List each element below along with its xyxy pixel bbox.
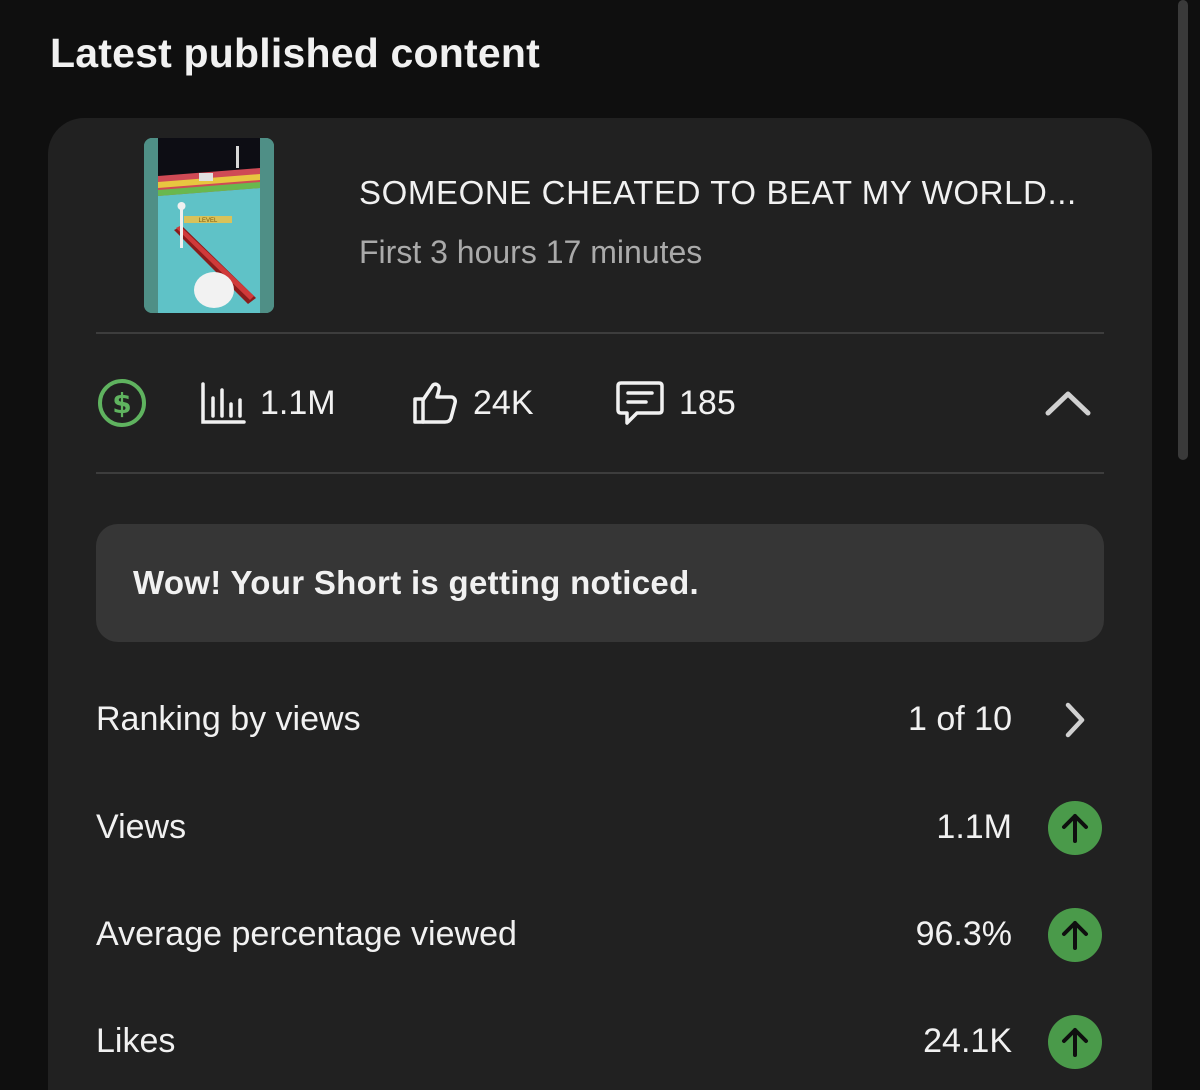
likes-count: 24K xyxy=(473,383,534,422)
metric-value: 24.1K xyxy=(923,1022,1012,1060)
chevron-up-icon xyxy=(1045,391,1091,416)
video-subtitle: First 3 hours 17 minutes xyxy=(359,234,703,270)
metric-label: Views xyxy=(96,808,187,846)
section-title: Latest published content xyxy=(50,30,540,76)
comment-icon xyxy=(616,381,664,425)
thumbs-up-icon xyxy=(413,382,457,424)
metric-label: Average percentage viewed xyxy=(96,915,517,953)
metric-views-row: Views 1.1M xyxy=(96,788,1104,868)
dollar-circle-icon: $ xyxy=(98,379,146,427)
comments-stat[interactable]: 185 xyxy=(615,334,736,472)
arrow-up-icon xyxy=(1048,908,1102,962)
page: Latest published content LEVEL SOMEONE C… xyxy=(0,0,1200,1090)
views-count: 1.1M xyxy=(260,383,336,422)
metric-value: 96.3% xyxy=(915,915,1012,953)
chevron-right-icon[interactable] xyxy=(1060,700,1090,740)
scrollbar[interactable] xyxy=(1178,0,1188,460)
metric-likes-row: Likes 24.1K xyxy=(96,1002,1104,1082)
arrow-up-icon xyxy=(1048,1015,1102,1069)
metric-value: 1 of 10 xyxy=(908,700,1012,738)
arrow-up-icon xyxy=(1048,801,1102,855)
latest-content-card: LEVEL SOMEONE CHEATED TO BEAT MY WORLD..… xyxy=(48,118,1152,1090)
metric-label: Likes xyxy=(96,1022,176,1060)
stats-row: $ 1.1M 24K 185 xyxy=(48,334,1152,472)
svg-text:$: $ xyxy=(112,387,131,420)
collapse-button[interactable] xyxy=(1043,378,1093,428)
views-stat[interactable]: 1.1M xyxy=(200,334,336,472)
comments-count: 185 xyxy=(679,383,736,422)
video-title[interactable]: SOMEONE CHEATED TO BEAT MY WORLD... xyxy=(359,174,1077,212)
metric-avg-percentage-row: Average percentage viewed 96.3% xyxy=(96,895,1104,975)
insight-banner: Wow! Your Short is getting noticed. xyxy=(96,524,1104,642)
metric-ranking-row[interactable]: Ranking by views 1 of 10 xyxy=(96,680,1104,760)
metric-label: Ranking by views xyxy=(96,700,361,738)
divider xyxy=(96,472,1104,474)
monetization-status[interactable]: $ xyxy=(96,334,148,472)
metric-value: 1.1M xyxy=(936,808,1012,846)
bar-chart-icon xyxy=(201,382,246,424)
thumbnail-text: LEVEL xyxy=(199,218,218,224)
video-thumbnail[interactable]: LEVEL xyxy=(144,138,274,313)
likes-stat[interactable]: 24K xyxy=(411,334,534,472)
banner-text: Wow! Your Short is getting noticed. xyxy=(133,564,699,601)
